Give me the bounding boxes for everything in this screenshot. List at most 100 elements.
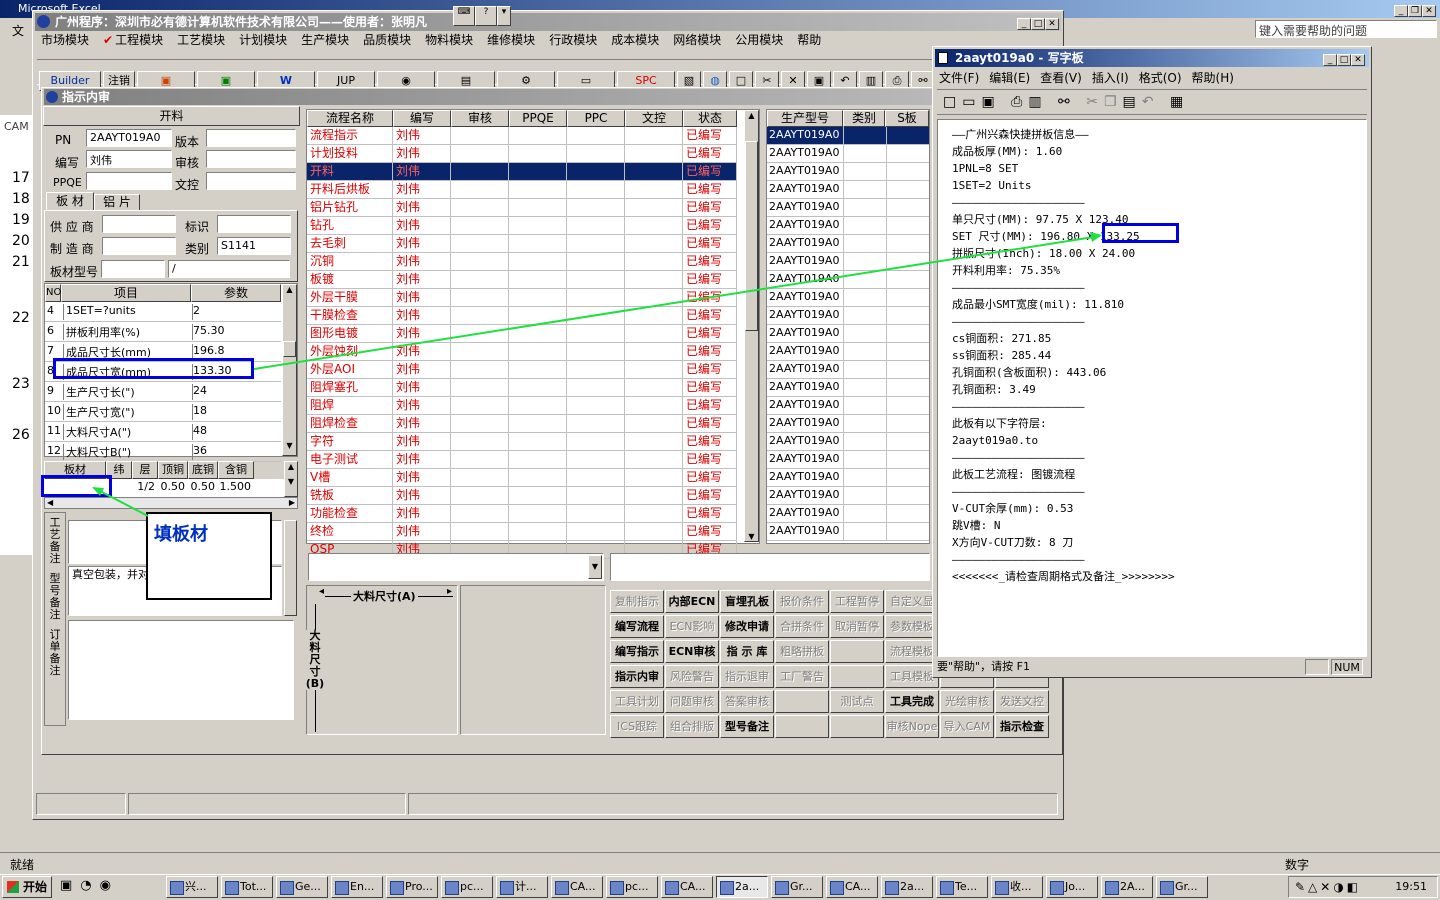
flow-row[interactable]: 沉铜 刘伟 已编写 (307, 253, 737, 271)
paste-icon[interactable]: ▤ (1123, 94, 1142, 110)
taskbar-item[interactable]: Gr... (1156, 876, 1208, 898)
model-row[interactable]: 2AAYT019A0 (767, 361, 929, 379)
scroll-left-icon[interactable]: ◀ (47, 498, 53, 507)
action-button[interactable]: 光绘审核 (940, 690, 994, 713)
action-button[interactable] (830, 665, 884, 688)
model-row[interactable]: 2AAYT019A0 (767, 397, 929, 415)
taskbar-item[interactable]: 计... (496, 876, 548, 898)
action-button[interactable]: 流程模板 (885, 640, 939, 663)
model-row[interactable]: 2AAYT019A0 (767, 433, 929, 451)
layer-hscrollbar[interactable]: ◀ ▶ (44, 497, 298, 509)
scroll-down-icon[interactable]: ▼ (283, 441, 296, 455)
layer-cell[interactable]: 1.500 (218, 479, 254, 497)
flow-row[interactable]: 流程指示 刘伟 已编写 (307, 127, 737, 145)
menu-item[interactable]: 市场模块 (41, 33, 89, 47)
flow-row[interactable]: V槽 刘伟 已编写 (307, 469, 737, 487)
menu-item[interactable]: 工程模块 (115, 33, 163, 47)
flow-row[interactable]: 阻焊塞孔 刘伟 已编写 (307, 379, 737, 397)
print-icon[interactable]: ⎙ (1011, 94, 1028, 110)
minimize-icon[interactable]: _ (1394, 5, 1408, 17)
action-button[interactable]: 指 示 库 (720, 640, 774, 663)
scroll-thumb[interactable] (745, 141, 758, 331)
action-button[interactable]: 指示内审 (610, 665, 664, 688)
excel-menu-file[interactable]: 文 (12, 22, 24, 39)
wordpad-menu-item[interactable]: 编辑(E) (989, 71, 1030, 85)
close-icon[interactable]: ✕ (1422, 5, 1436, 17)
layer-cell[interactable]: 0.50 (158, 479, 188, 497)
action-button[interactable] (830, 715, 884, 738)
action-button[interactable] (775, 715, 829, 738)
flow-row[interactable]: 板镀 刘伟 已编写 (307, 271, 737, 289)
start-button[interactable]: 开始 (2, 876, 52, 898)
action-button[interactable]: 工程暂停 (830, 590, 884, 613)
cut-icon[interactable]: ✂ (1086, 94, 1104, 110)
params-row[interactable]: 4 1SET=?units 2 (45, 302, 281, 322)
taskbar-item[interactable]: CA... (661, 876, 713, 898)
flow-row[interactable]: 终检 刘伟 已编写 (307, 523, 737, 541)
menu-item[interactable]: 计划模块 (239, 33, 287, 47)
params-row[interactable]: 12 大料尺寸B(") 36 (45, 442, 281, 462)
clock-app-icon[interactable]: ◔ (80, 878, 99, 893)
flow-row[interactable]: 铣板 刘伟 已编写 (307, 487, 737, 505)
action-button[interactable]: 工具计划 (610, 690, 664, 713)
taskbar-item[interactable]: Pro... (386, 876, 438, 898)
model-row[interactable]: 2AAYT019A0 (767, 145, 929, 163)
model-row[interactable]: 2AAYT019A0 (767, 163, 929, 181)
taskbar-item[interactable]: CA... (551, 876, 603, 898)
flow-row[interactable]: 铝片钻孔 刘伟 已编写 (307, 199, 737, 217)
model-row[interactable]: 2AAYT019A0 (767, 325, 929, 343)
manufacturer-field[interactable] (102, 237, 176, 255)
action-button[interactable] (830, 640, 884, 663)
scroll-up-icon[interactable]: ▲ (745, 111, 758, 120)
maximize-icon[interactable]: □ (1337, 54, 1351, 66)
action-button[interactable]: ECN影响 (665, 615, 719, 638)
tray-icons[interactable]: ✎△✕◑◧ (1295, 877, 1361, 897)
banben-field[interactable] (206, 129, 296, 147)
action-button[interactable]: 指示退审 (720, 665, 774, 688)
scroll-down-icon[interactable]: ▼ (745, 532, 758, 541)
model-row[interactable]: 2AAYT019A0 (767, 523, 929, 541)
action-button[interactable]: 型号备注 (720, 715, 774, 738)
wordpad-menu-item[interactable]: 格式(O) (1139, 71, 1182, 85)
flow-row[interactable]: 去毛刺 刘伟 已编写 (307, 235, 737, 253)
model-row[interactable]: 2AAYT019A0 (767, 199, 929, 217)
flow-row[interactable]: 功能检查 刘伟 已编写 (307, 505, 737, 523)
wenkong-field[interactable] (206, 172, 296, 190)
flow-header-cell[interactable]: 审核 (451, 110, 509, 127)
scroll-up-icon[interactable]: ▲ (283, 285, 296, 299)
menu-item[interactable]: 物料模块 (425, 33, 473, 47)
action-button[interactable]: 编写流程 (610, 615, 664, 638)
flow-header-cell[interactable]: 状态 (683, 110, 737, 127)
keyboard-icon[interactable]: ⌨ (453, 6, 475, 26)
action-button[interactable]: 取消暂停 (830, 615, 884, 638)
taskbar-item[interactable]: Ge... (276, 876, 328, 898)
wordpad-document[interactable]: ——广州兴森快捷拼板信息—— 成品板厚(MM): 1.60 1PNL=8 SET 1S… (937, 119, 1367, 657)
flow-row[interactable]: 阻焊 刘伟 已编写 (307, 397, 737, 415)
open-icon[interactable]: ▭ (962, 94, 981, 110)
find-icon[interactable]: ⚯ (1058, 94, 1076, 110)
model-row[interactable]: 2AAYT019A0 (767, 343, 929, 361)
model-header-cell[interactable]: S板 (885, 110, 929, 127)
flow-header-cell[interactable]: 编写 (393, 110, 451, 127)
maximize-icon[interactable]: □ (1031, 18, 1045, 30)
bancai-model-field2[interactable]: / (168, 260, 290, 278)
action-button[interactable]: 粗略拼板 (775, 640, 829, 663)
taskbar-item[interactable]: 2a... (716, 876, 768, 898)
model-row[interactable]: 2AAYT019A0 (767, 235, 929, 253)
flow-row[interactable]: 图形电镀 刘伟 已编写 (307, 325, 737, 343)
leibie-field[interactable]: S1141 (217, 237, 291, 255)
action-button[interactable]: 组合排版 (665, 715, 719, 738)
model-row[interactable]: 2AAYT019A0 (767, 379, 929, 397)
flow-row[interactable]: 阻焊检查 刘伟 已编写 (307, 415, 737, 433)
save-icon[interactable]: ▣ (981, 94, 1000, 110)
menu-item[interactable]: 维修模块 (487, 33, 535, 47)
taskbar-item[interactable]: Tot... (221, 876, 273, 898)
menu-item[interactable]: 成本模块 (611, 33, 659, 47)
model-row[interactable]: 2AAYT019A0 (767, 127, 929, 145)
action-button[interactable]: 问题审核 (665, 690, 719, 713)
model-row[interactable]: 2AAYT019A0 (767, 289, 929, 307)
flow-row[interactable]: 计划投料 刘伟 已编写 (307, 145, 737, 163)
flow-row[interactable]: 电子测试 刘伟 已编写 (307, 451, 737, 469)
action-button[interactable]: 工具完成 (885, 690, 939, 713)
scroll-thumb[interactable] (283, 341, 296, 357)
